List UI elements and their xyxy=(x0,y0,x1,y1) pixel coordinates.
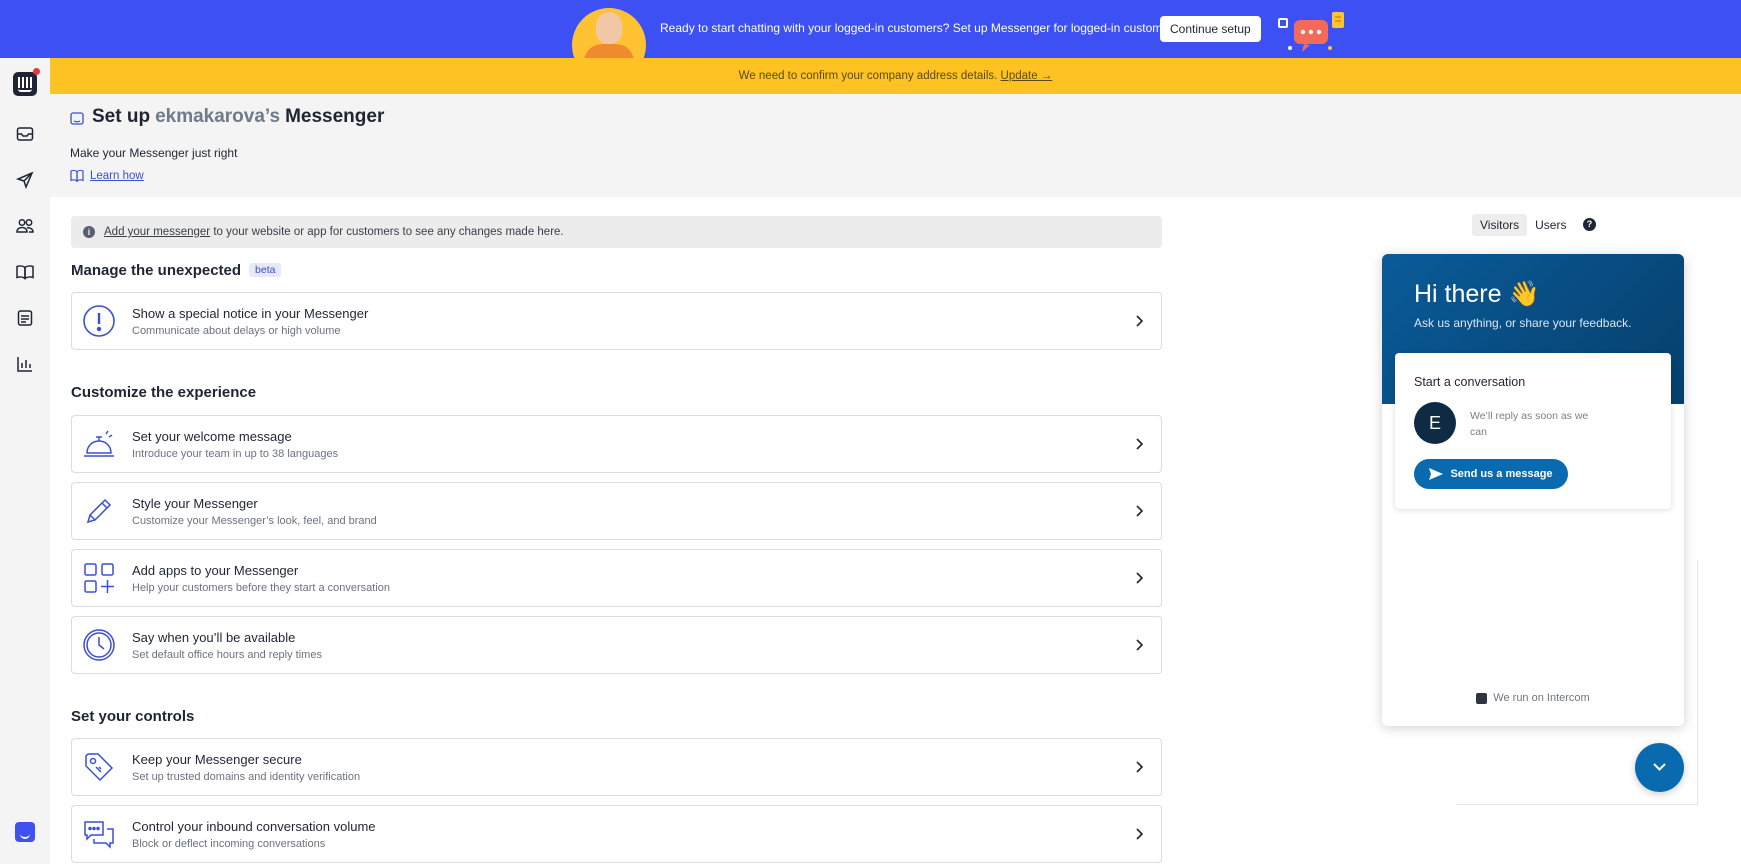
card-description: Introduce your team in up to 38 language… xyxy=(132,448,339,460)
learn-how-label: Learn how xyxy=(90,169,144,182)
footer-text: We run on Intercom xyxy=(1493,692,1590,704)
exclamation-icon xyxy=(82,304,116,338)
send-icon xyxy=(1429,468,1444,480)
messenger-footer: We run on Intercom xyxy=(1382,692,1684,704)
reply-time-text: We’ll reply as soon as we can xyxy=(1470,410,1589,438)
beta-badge: beta xyxy=(249,263,282,277)
section-title-text: Manage the unexpected xyxy=(71,262,242,279)
notice-text: We need to confirm your company address … xyxy=(738,70,998,82)
chevron-down-icon xyxy=(1653,763,1666,771)
page-subtitle: Make your Messenger just right xyxy=(70,146,238,160)
title-prefix: Set up xyxy=(92,106,151,127)
messenger-preview: Hi there 👋 Ask us anything, or share you… xyxy=(1382,254,1684,726)
card-title: Control your inbound conversation volume xyxy=(132,819,376,834)
card-title: Keep your Messenger secure xyxy=(132,752,302,767)
card-title: Say when you’ll be available xyxy=(132,630,296,645)
chat-icon[interactable] xyxy=(15,822,35,842)
section-title-customize: Customize the experience xyxy=(71,384,257,401)
continue-setup-button[interactable]: Continue setup xyxy=(1160,16,1261,42)
card-description: Block or deflect incoming conversations xyxy=(132,838,326,850)
chevron-right-icon xyxy=(1136,828,1144,840)
card-description: Communicate about delays or high volume xyxy=(132,325,341,337)
apps-grid-icon xyxy=(82,561,116,595)
help-icon[interactable]: ? xyxy=(1583,218,1596,231)
add-messenger-link[interactable]: Add your messenger xyxy=(104,226,210,238)
messenger-launcher-button[interactable] xyxy=(1635,743,1684,792)
address-notice-banner: We need to confirm your company address … xyxy=(50,58,1741,94)
promo-avatar-image xyxy=(572,8,646,58)
chevron-right-icon xyxy=(1136,761,1144,773)
secure-messenger-card[interactable]: Keep your Messenger secure Set up truste… xyxy=(71,738,1162,796)
special-notice-card[interactable]: Show a special notice in your Messenger … xyxy=(71,292,1162,350)
visitors-toggle[interactable]: Visitors xyxy=(1472,214,1528,236)
send-message-button[interactable]: Send us a message xyxy=(1414,459,1568,489)
style-messenger-card[interactable]: Style your Messenger Customize your Mess… xyxy=(71,482,1162,540)
card-description: Customize your Messenger’s look, feel, a… xyxy=(132,515,377,527)
welcome-message-card[interactable]: Set your welcome message Introduce your … xyxy=(71,415,1162,473)
chevron-right-icon xyxy=(1136,639,1144,651)
info-icon: i xyxy=(83,226,95,238)
chat-bubbles-icon xyxy=(82,817,116,851)
avatar: E xyxy=(1414,402,1456,444)
send-message-label: Send us a message xyxy=(1450,468,1553,480)
update-link[interactable]: Update → xyxy=(1001,70,1053,82)
card-title: Show a special notice in your Messenger xyxy=(132,306,369,321)
start-conversation-card: Start a conversation E We’ll reply as so… xyxy=(1395,353,1671,509)
left-navigation-rail xyxy=(0,58,50,864)
pencil-icon xyxy=(82,494,116,528)
start-conversation-title: Start a conversation xyxy=(1414,375,1526,389)
info-bar: i Add your messenger to your website or … xyxy=(71,216,1162,248)
intercom-logo-icon[interactable] xyxy=(13,72,37,96)
promo-text: Ready to start chatting with your logged… xyxy=(660,21,1179,35)
tag-key-icon xyxy=(82,750,116,784)
notification-dot-icon xyxy=(33,68,40,75)
title-suffix: Messenger xyxy=(285,106,385,127)
messenger-greeting: Hi there 👋 xyxy=(1414,280,1540,308)
messenger-greeting-sub: Ask us anything, or share your feedback. xyxy=(1414,316,1632,330)
contacts-icon[interactable] xyxy=(15,216,35,236)
inbox-icon[interactable] xyxy=(15,124,35,144)
chevron-right-icon xyxy=(1136,438,1144,450)
learn-how-link[interactable]: Learn how xyxy=(70,169,144,182)
clock-icon xyxy=(82,628,116,662)
chevron-right-icon xyxy=(1136,572,1144,584)
messenger-illustration-icon xyxy=(1278,12,1344,52)
audience-toggle: Visitors Users xyxy=(1472,214,1574,236)
promo-banner: Ready to start chatting with your logged… xyxy=(0,0,1741,58)
availability-card[interactable]: Say when you’ll be available Set default… xyxy=(71,616,1162,674)
info-bar-text: to your website or app for customers to … xyxy=(210,226,564,238)
page-header: Set up ekmakarova’s Messenger Make your … xyxy=(50,94,1741,197)
card-description: Help your customers before they start a … xyxy=(132,582,391,594)
reports-icon[interactable] xyxy=(15,354,35,374)
chevron-right-icon xyxy=(1136,505,1144,517)
card-title: Set your welcome message xyxy=(132,429,292,444)
service-bell-icon xyxy=(82,427,116,461)
outbound-icon[interactable] xyxy=(15,170,35,190)
section-title-controls: Set your controls xyxy=(71,708,195,725)
card-title: Style your Messenger xyxy=(132,496,258,511)
messenger-title-icon xyxy=(70,112,84,125)
chevron-right-icon xyxy=(1136,315,1144,327)
messenger-icon[interactable] xyxy=(15,308,35,328)
inbound-volume-card[interactable]: Control your inbound conversation volume… xyxy=(71,805,1162,863)
workspace-name: ekmakarova’s xyxy=(155,106,281,127)
intercom-small-icon xyxy=(1476,692,1488,704)
card-title: Add apps to your Messenger xyxy=(132,563,299,578)
users-toggle[interactable]: Users xyxy=(1527,214,1574,236)
add-apps-card[interactable]: Add apps to your Messenger Help your cus… xyxy=(71,549,1162,607)
card-description: Set default office hours and reply times xyxy=(132,649,322,661)
card-description: Set up trusted domains and identity veri… xyxy=(132,771,361,783)
page-title: Set up ekmakarova’s Messenger xyxy=(92,106,384,128)
articles-icon[interactable] xyxy=(15,262,35,282)
section-title-unexpected: Manage the unexpected beta xyxy=(71,262,282,279)
book-icon xyxy=(70,169,84,182)
